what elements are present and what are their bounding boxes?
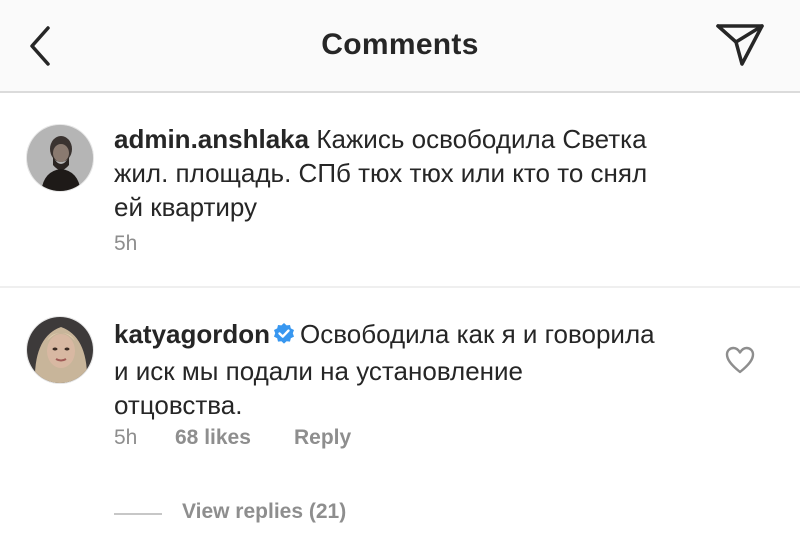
view-replies-label: View replies (21) [182, 500, 347, 523]
verified-badge-icon [272, 320, 296, 354]
avatar[interactable] [26, 124, 94, 192]
divider [0, 286, 800, 288]
comment-body: admin.anshlaka Кажись освободила Светка … [114, 122, 714, 224]
comment-line: отцовства. [114, 390, 243, 420]
comment-username[interactable]: admin.anshlaka [114, 124, 309, 154]
heart-icon [725, 346, 755, 374]
comment-line: ей квартиру [114, 192, 258, 222]
reply-button[interactable]: Reply [294, 426, 351, 450]
header-bar: Comments [0, 0, 800, 93]
like-button[interactable] [724, 345, 756, 375]
comment-time: 5h [114, 232, 138, 255]
page-title: Comments [321, 28, 479, 61]
comment-line: katyagordon Освободила как я и говорила [114, 317, 704, 354]
comment-text: Кажись освободила Светка [316, 124, 647, 154]
replies-divider-line [114, 513, 162, 515]
comment-line: и иск мы подали на установление [114, 356, 524, 386]
comment-body: katyagordon Освободила как я и говорила и… [114, 317, 704, 422]
avatar[interactable] [26, 316, 94, 384]
paper-plane-icon [716, 24, 764, 66]
comment-text: Освободила как я и говорила [300, 319, 655, 349]
comment-line: жил. площадь. СПб тюх тюх или кто то сня… [114, 158, 648, 188]
comment-time: 5h [114, 426, 138, 449]
comment-username[interactable]: katyagordon [114, 319, 270, 349]
share-button[interactable] [712, 20, 768, 70]
comment-line: admin.anshlaka Кажись освободила Светка [114, 122, 714, 156]
likes-count[interactable]: 68 likes [175, 426, 251, 450]
